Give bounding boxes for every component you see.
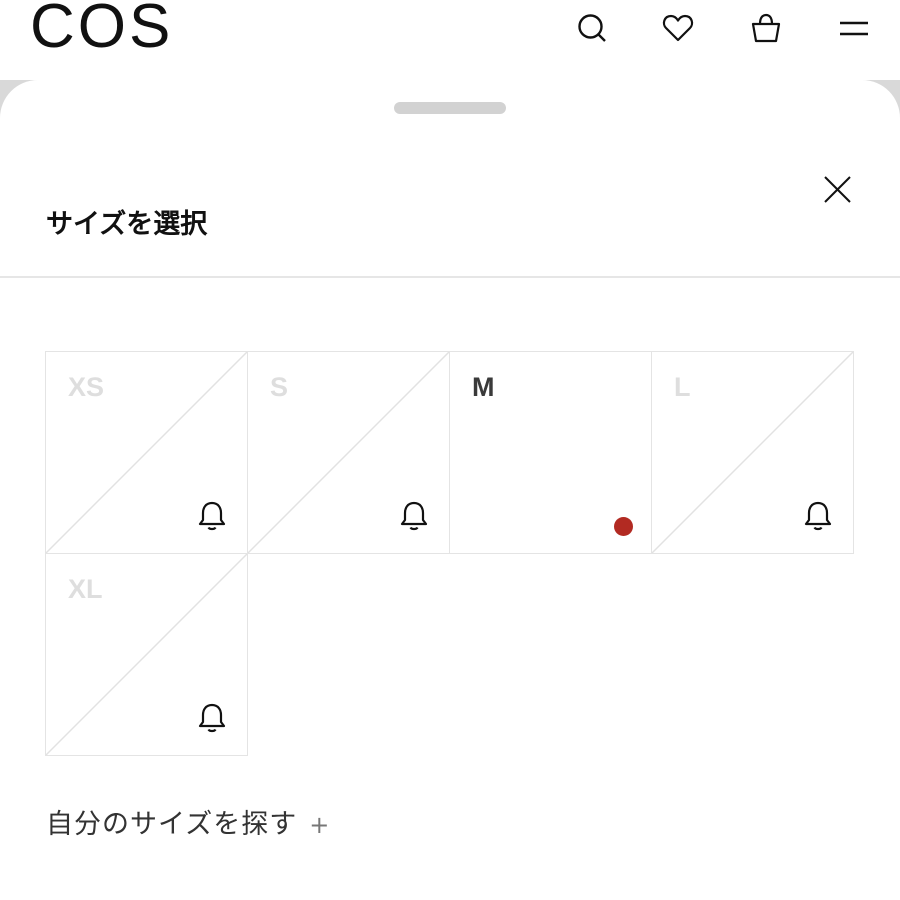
find-my-size-link[interactable]: 自分のサイズを探す +: [46, 802, 330, 841]
size-grid: XS S M L XL: [45, 351, 856, 756]
size-option-l[interactable]: L: [651, 351, 854, 554]
size-label: XL: [68, 574, 103, 604]
size-option-m[interactable]: M: [449, 351, 652, 554]
size-label: XS: [68, 372, 105, 402]
size-option-xl[interactable]: XL: [45, 553, 248, 756]
divider: [0, 276, 900, 278]
sheet-drag-handle[interactable]: [394, 102, 506, 114]
size-label: L: [674, 372, 691, 402]
size-selector-sheet: サイズを選択 XS S M L XL 自分のサイズを探す +: [0, 80, 900, 900]
menu-icon[interactable]: [834, 8, 874, 48]
heart-icon[interactable]: [658, 8, 698, 48]
size-option-xs[interactable]: XS: [45, 351, 248, 554]
size-option-s[interactable]: S: [247, 351, 450, 554]
size-label: S: [270, 372, 289, 402]
site-header: COS: [0, 0, 900, 80]
bell-icon[interactable]: [396, 498, 432, 534]
bell-icon[interactable]: [194, 700, 230, 736]
cos-logo[interactable]: COS: [30, 0, 173, 60]
low-stock-dot: [614, 517, 633, 536]
size-label: M: [472, 372, 495, 402]
sheet-title: サイズを選択: [46, 209, 208, 240]
bag-icon[interactable]: [746, 8, 786, 48]
search-icon[interactable]: [572, 8, 612, 48]
find-size-label: 自分のサイズを探す: [46, 809, 298, 840]
close-icon[interactable]: [818, 170, 858, 210]
bell-icon[interactable]: [194, 498, 230, 534]
bell-icon[interactable]: [800, 498, 836, 534]
plus-icon: +: [309, 811, 331, 839]
